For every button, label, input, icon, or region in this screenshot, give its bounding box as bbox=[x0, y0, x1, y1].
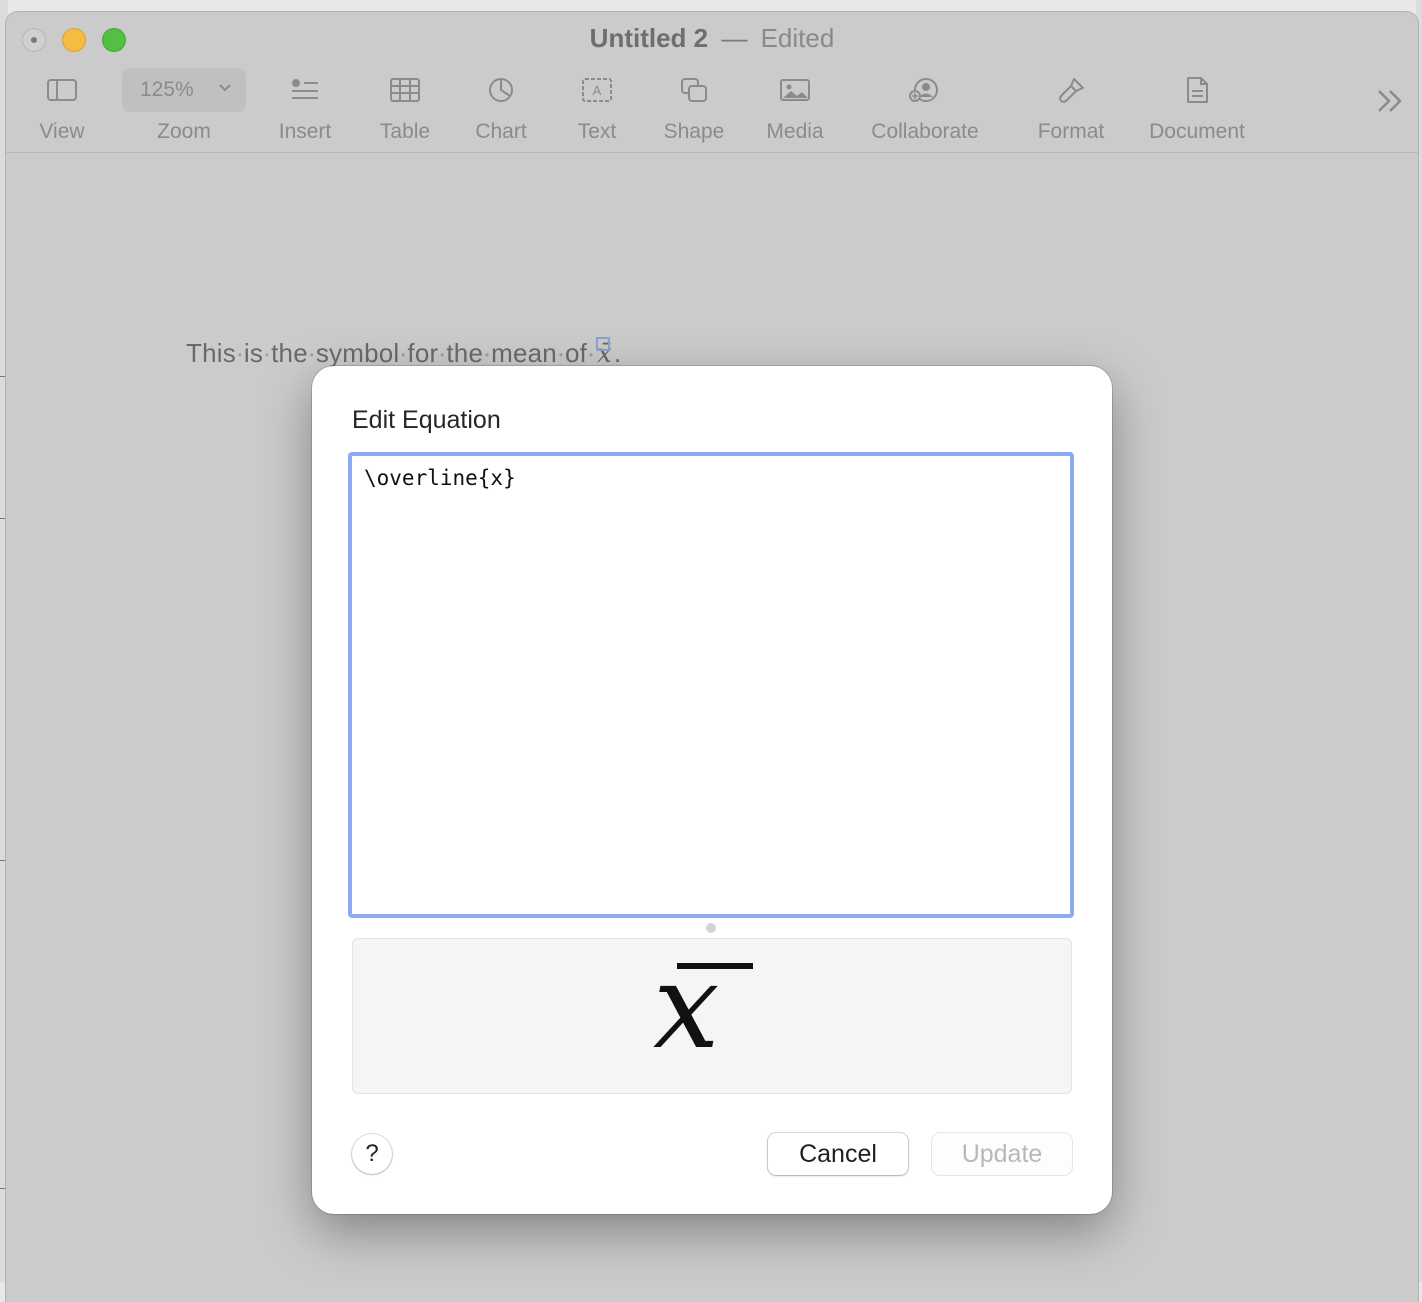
word: the bbox=[271, 338, 308, 368]
toolbar: View 125% Zoom Insert Table Chart A Text… bbox=[6, 66, 1418, 153]
title-separator: — bbox=[721, 23, 748, 53]
toolbar-zoom: Zoom bbox=[124, 66, 244, 152]
space-marker: • bbox=[588, 348, 594, 363]
toolbar-view-button[interactable]: View bbox=[6, 66, 122, 152]
toolbar-format-button[interactable]: Format bbox=[1011, 66, 1131, 152]
space-marker: • bbox=[309, 348, 315, 363]
update-button[interactable]: Update bbox=[932, 1133, 1072, 1175]
resize-handle[interactable] bbox=[706, 923, 716, 933]
word: is bbox=[243, 338, 264, 368]
svg-text:A: A bbox=[593, 83, 602, 98]
toolbar-media-button[interactable]: Media bbox=[735, 66, 855, 152]
dialog-title: Edit Equation bbox=[352, 406, 501, 434]
text-box-icon: A bbox=[582, 78, 612, 102]
toolbar-collaborate-button[interactable]: Collaborate bbox=[865, 66, 985, 152]
document-status: Edited bbox=[760, 23, 835, 53]
toolbar-label: View bbox=[39, 120, 85, 143]
window-title: Untitled 2 — Edited bbox=[6, 23, 1418, 54]
word: of bbox=[564, 338, 588, 368]
toolbar-label: Format bbox=[1037, 120, 1105, 143]
word: This bbox=[186, 338, 236, 368]
word: the bbox=[446, 338, 484, 368]
word: mean bbox=[491, 338, 557, 368]
insert-list-icon bbox=[292, 79, 318, 99]
inline-equation[interactable]: x̄ bbox=[595, 337, 614, 369]
sentence-period: . bbox=[613, 338, 622, 368]
edit-equation-dialog: Edit Equation \overline{x} x ? Cancel Up… bbox=[312, 366, 1112, 1214]
equation-preview: x bbox=[352, 938, 1072, 1094]
help-button[interactable]: ? bbox=[352, 1134, 392, 1174]
space-marker: • bbox=[237, 348, 243, 363]
document-name: Untitled 2 bbox=[589, 23, 709, 53]
collaborate-icon bbox=[909, 78, 938, 102]
toolbar-label: Zoom bbox=[157, 120, 211, 143]
word: symbol bbox=[315, 338, 400, 368]
title-bar: Untitled 2 — Edited bbox=[6, 12, 1418, 66]
shape-icon bbox=[681, 78, 707, 102]
document-icon bbox=[1187, 77, 1208, 103]
space-marker: • bbox=[264, 348, 270, 363]
preview-variable: x bbox=[653, 937, 720, 1075]
double-chevron-right-icon[interactable] bbox=[1374, 86, 1406, 116]
toolbar-document-button[interactable]: Document bbox=[1137, 66, 1257, 152]
space-marker: • bbox=[484, 348, 490, 363]
photo-icon bbox=[780, 79, 810, 101]
equation-source-input[interactable]: \overline{x} bbox=[348, 452, 1074, 918]
word: for bbox=[407, 338, 439, 368]
paintbrush-icon bbox=[1059, 78, 1084, 103]
pie-chart-icon bbox=[489, 78, 513, 102]
cancel-button[interactable]: Cancel bbox=[768, 1133, 908, 1175]
toolbar-label: Collaborate bbox=[871, 120, 979, 143]
document-body-text[interactable]: This •is •the •symbol •for •the •mean •of • x̄. bbox=[186, 337, 622, 369]
toolbar-label: Media bbox=[766, 120, 824, 143]
sidebar-icon bbox=[47, 79, 77, 101]
table-icon bbox=[390, 78, 420, 102]
space-marker: • bbox=[558, 348, 564, 363]
toolbar-label: Document bbox=[1149, 120, 1245, 143]
